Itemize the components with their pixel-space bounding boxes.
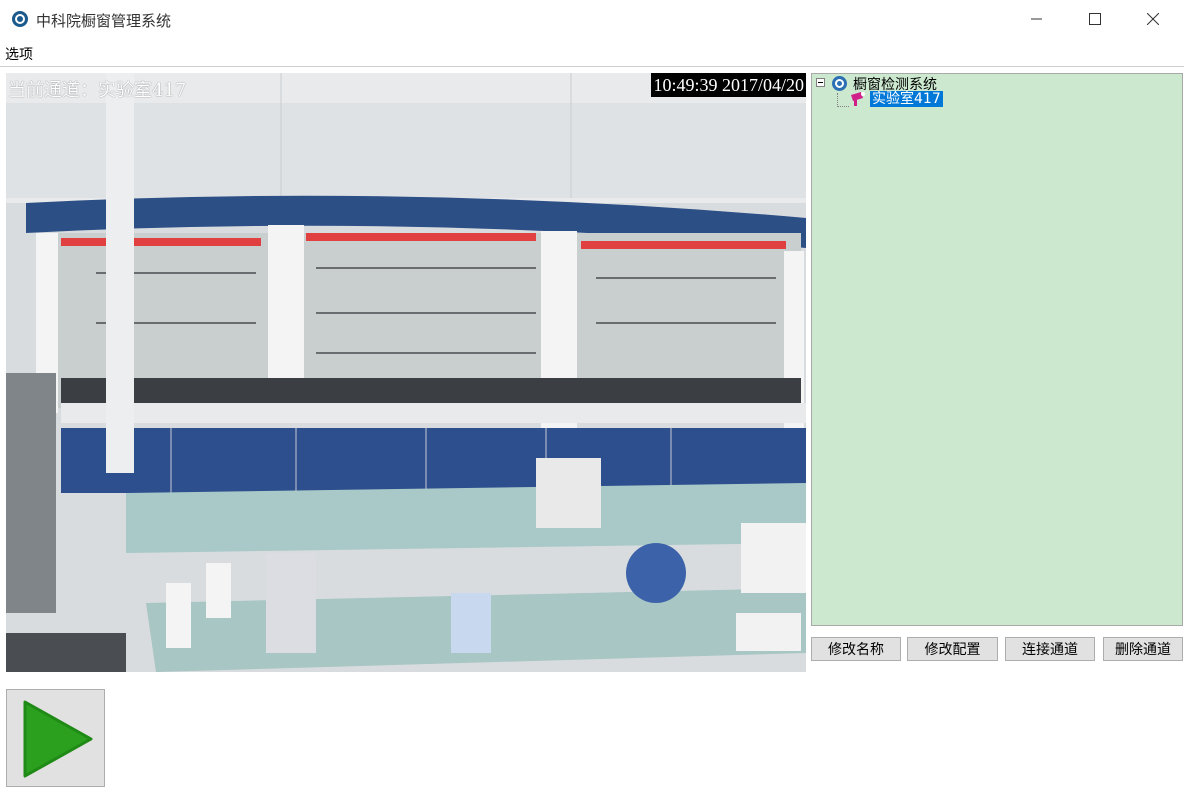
window-title: 中科院橱窗管理系统 xyxy=(36,12,172,30)
channel-label: 当前通道：实验室417 xyxy=(8,80,187,101)
play-icon xyxy=(23,700,93,778)
maximize-icon xyxy=(1089,10,1101,29)
tree-item-lab-417[interactable]: 实验室417 xyxy=(870,91,943,107)
menu-options[interactable]: 选项 xyxy=(5,44,33,64)
minimize-icon xyxy=(1031,10,1043,29)
tree-connector xyxy=(837,93,838,107)
close-button[interactable] xyxy=(1124,0,1182,38)
app-logo-icon xyxy=(10,9,30,29)
rename-button[interactable]: 修改名称 xyxy=(811,637,901,661)
delete-channel-button[interactable]: 删除通道 xyxy=(1103,637,1183,661)
title-bar: 中科院橱窗管理系统 xyxy=(0,0,1184,38)
tree-connector xyxy=(837,106,849,107)
timestamp-overlay: 10:49:39 2017/04/20 xyxy=(651,73,806,97)
close-icon xyxy=(1146,10,1160,29)
system-globe-icon xyxy=(831,75,848,92)
tree-collapse-toggle[interactable] xyxy=(816,78,825,87)
channel-tree: 橱窗检测系统 实验室417 xyxy=(811,73,1183,626)
play-button[interactable] xyxy=(6,689,105,787)
video-feed[interactable]: 当前通道：实验室417 10:49:39 2017/04/20 xyxy=(6,73,806,672)
lab-camera-image xyxy=(6,73,806,672)
connect-channel-button[interactable]: 连接通道 xyxy=(1005,637,1095,661)
edit-config-button[interactable]: 修改配置 xyxy=(907,637,998,661)
maximize-button[interactable] xyxy=(1066,0,1124,38)
minimize-button[interactable] xyxy=(1008,0,1066,38)
camera-icon xyxy=(849,91,867,107)
menu-bar: 选项 xyxy=(0,38,1184,67)
